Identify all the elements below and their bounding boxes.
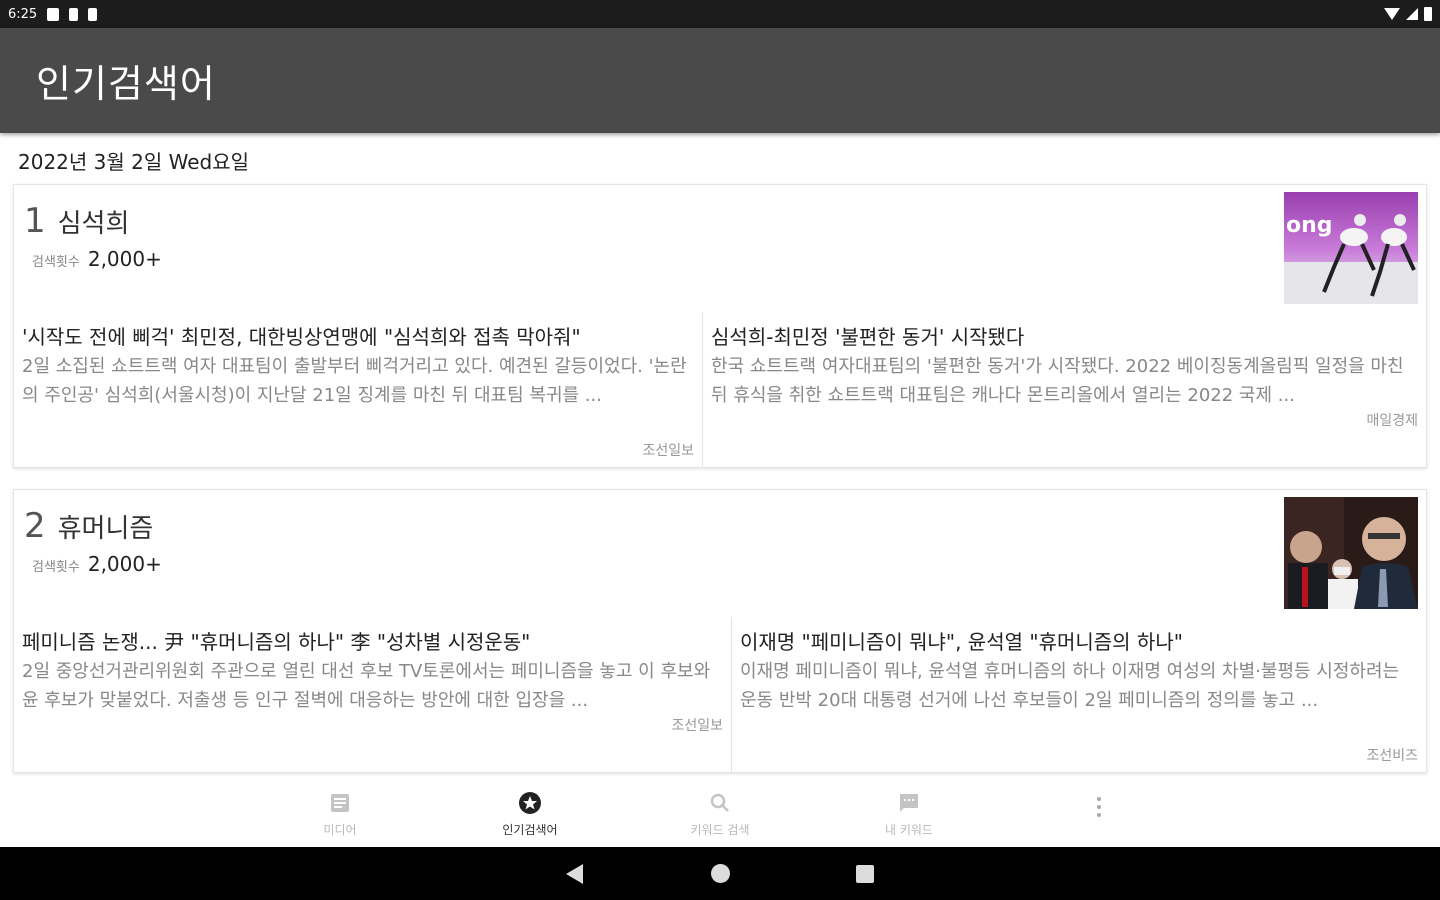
status-time: 6:25 — [8, 6, 38, 22]
home-icon[interactable] — [711, 864, 730, 883]
article-list: '시작도 전에 삐걱' 최민정, 대한빙상연맹에 "심석희와 접촉 막아줘" 2… — [14, 312, 1426, 467]
trend-rank: 2 — [24, 506, 46, 546]
article-title: 심석희-최민정 '불편한 동거' 시작됐다 — [711, 325, 1025, 349]
nav-item-media[interactable]: 미디어 — [280, 791, 400, 838]
article-title: 이재명 "페미니즘이 뭐냐", 윤석열 "휴머니즘의 하나" — [739, 630, 1183, 654]
search-count-value: 2,000+ — [87, 552, 162, 576]
bottom-navigation: 미디어 인기검색어 키워드 검색 내 키워드 — [0, 783, 1440, 847]
search-icon — [710, 793, 729, 812]
search-count: 검색횟수 2,000+ — [32, 552, 162, 576]
nav-item-my-keyword[interactable]: 내 키워드 — [849, 791, 969, 838]
article-source: 조선일보 — [642, 443, 695, 459]
wifi-icon — [1384, 8, 1400, 20]
status-bar: 6:25 — [0, 0, 1440, 28]
notification-icon — [47, 7, 60, 21]
article-source: 조선비즈 — [1366, 748, 1418, 764]
article-icon — [331, 794, 349, 812]
article-item[interactable]: '시작도 전에 삐걱' 최민정, 대한빙상연맹에 "심석희와 접촉 막아줘" 2… — [14, 312, 702, 467]
nav-item-popular-search[interactable]: 인기검색어 — [470, 791, 590, 838]
trend-heading: 2 휴머니즘 — [24, 506, 153, 546]
chat-icon — [900, 794, 918, 812]
system-navigation-bar — [0, 847, 1440, 900]
storage-icon — [88, 7, 98, 21]
more-options-icon[interactable] — [1088, 795, 1110, 819]
trend-card[interactable]: 1 심석희 검색횟수 2,000+ ong '시작도 전에 삐걱' 최민정, 대… — [13, 184, 1427, 468]
svg-text:ong: ong — [1286, 213, 1333, 238]
article-source: 조선일보 — [671, 718, 723, 734]
article-snippet: 2일 중앙선거관리위원회 주관으로 열린 대선 후보 TV토론에서는 페미니즘을… — [22, 661, 711, 711]
trend-heading: 1 심석희 — [24, 201, 129, 241]
app-bar: 인기검색어 — [0, 28, 1440, 133]
recent-apps-icon[interactable] — [856, 865, 874, 883]
article-item[interactable]: 이재명 "페미니즘이 뭐냐", 윤석열 "휴머니즘의 하나" 이재명 페미니즘이… — [730, 617, 1426, 772]
signal-icon — [1406, 8, 1418, 20]
page-title: 인기검색어 — [36, 62, 216, 106]
search-count-label: 검색횟수 — [32, 560, 80, 575]
article-source: 매일경제 — [1366, 413, 1418, 429]
article-item[interactable]: 페미니즘 논쟁... 尹 "휴머니즘의 하나" 李 "성차별 시정운동" 2일 … — [14, 617, 731, 772]
search-count-label: 검색횟수 — [32, 255, 80, 270]
date-label: 2022년 3월 2일 Wed요일 — [18, 150, 250, 174]
search-count: 검색횟수 2,000+ — [32, 247, 162, 271]
nav-label: 내 키워드 — [885, 823, 933, 837]
article-snippet: 이재명 페미니즘이 뭐냐, 윤석열 휴머니즘의 하나 이재명 여성의 차별·불평… — [739, 661, 1400, 711]
article-title: '시작도 전에 삐걱' 최민정, 대한빙상연맹에 "심석희와 접촉 막아줘" — [22, 325, 581, 349]
trend-thumbnail[interactable] — [1284, 497, 1418, 609]
trend-keyword: 휴머니즘 — [57, 514, 154, 544]
article-title: 페미니즘 논쟁... 尹 "휴머니즘의 하나" 李 "성차별 시정운동" — [22, 630, 531, 654]
nav-label: 인기검색어 — [502, 823, 558, 837]
trend-card[interactable]: 2 휴머니즘 검색횟수 2,000+ 페미니즘 논쟁... 尹 "휴머니즘의 하… — [13, 489, 1427, 773]
article-list: 페미니즘 논쟁... 尹 "휴머니즘의 하나" 李 "성차별 시정운동" 2일 … — [14, 617, 1426, 772]
article-item[interactable]: 심석희-최민정 '불편한 동거' 시작됐다 한국 쇼트트랙 여자대표팀의 '불편… — [702, 312, 1426, 467]
article-snippet: 2일 소집된 쇼트트랙 여자 대표팀이 출발부터 삐걱거리고 있다. 예견된 갈… — [22, 356, 687, 406]
star-icon — [519, 792, 541, 814]
trend-thumbnail[interactable]: ong — [1284, 192, 1418, 304]
trend-rank: 1 — [24, 201, 46, 241]
battery-icon — [1424, 7, 1432, 21]
trend-keyword: 심석희 — [57, 209, 130, 239]
back-icon[interactable] — [566, 864, 583, 884]
article-snippet: 한국 쇼트트랙 여자대표팀의 '불편한 동거'가 시작됐다. 2022 베이징동… — [711, 356, 1404, 406]
search-count-value: 2,000+ — [87, 247, 162, 271]
sd-card-icon — [69, 7, 79, 21]
nav-item-keyword-search[interactable]: 키워드 검색 — [660, 791, 780, 838]
debate-photo-image — [1284, 497, 1418, 609]
nav-label: 키워드 검색 — [690, 823, 750, 837]
nav-label: 미디어 — [323, 823, 357, 837]
speed-skating-image: ong — [1284, 192, 1418, 304]
